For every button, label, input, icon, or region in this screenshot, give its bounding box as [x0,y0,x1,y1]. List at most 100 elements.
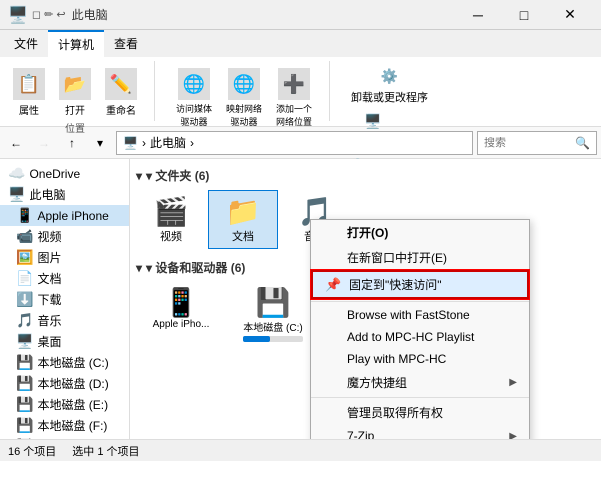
ctx-item-open-new-window[interactable]: 在新窗口中打开(E) [311,245,529,270]
folder-document[interactable]: 📁 文档 [208,190,278,249]
address-bar[interactable]: 🖥️ › 此电脑 › [116,131,473,155]
sidebar-item-disk-d[interactable]: 💾 本地磁盘 (D:) [0,373,129,394]
device-disk-c[interactable]: 💾 本地磁盘 (C:) [228,282,318,359]
main-area: ☁️ OneDrive 🖥️ 此电脑 📱 Apple iPhone 📹 视频 🖼… [0,159,601,439]
disk-c-progress-fill [243,336,270,342]
devices-collapse-icon: ▾ [136,261,142,275]
iphone-icon: 📱 [16,207,33,224]
breadcrumb-current: 此电脑 [150,134,186,151]
back-button[interactable]: ← [4,131,28,155]
sidebar-item-onedrive[interactable]: ☁️ OneDrive [0,163,129,184]
sidebar-item-disk-f[interactable]: 💾 本地磁盘 (F:) [0,415,129,436]
disk-c-icon: 💾 [16,354,33,371]
map-icon: 🌐 [228,68,260,100]
ctx-sep-2 [311,397,529,398]
nav-bar: ← → ↑ ▾ 🖥️ › 此电脑 › 🔍 [0,127,601,159]
breadcrumb-home-icon: 🖥️ [123,136,138,150]
sidebar-item-disk-c[interactable]: 💾 本地磁盘 (C:) [0,352,129,373]
download-icon: ⬇️ [16,291,33,308]
sidebar-item-iphone[interactable]: 📱 Apple iPhone [0,205,129,226]
ribbon-btn-rename[interactable]: ✏️ 重命名 [100,65,142,120]
ctx-item-open[interactable]: 打开(O) [311,220,529,245]
close-button[interactable]: ✕ [547,0,593,30]
ribbon-btn-add-location[interactable]: ➕ 添加一个网络位置 [271,65,317,131]
sidebar: ☁️ OneDrive 🖥️ 此电脑 📱 Apple iPhone 📹 视频 🖼… [0,159,130,439]
video-icon: 📹 [16,228,33,245]
recent-button[interactable]: ▾ [88,131,112,155]
forward-button[interactable]: → [32,131,56,155]
properties-icon: 📋 [13,68,45,100]
folders-section-header[interactable]: ▾ ▾ 文件夹 (6) [134,163,597,188]
add-location-icon: ➕ [278,68,310,100]
sidebar-item-desktop[interactable]: 🖥️ 桌面 [0,331,129,352]
ctx-item-ownership[interactable]: 管理员取得所有权 [311,400,529,425]
ctx-item-pin-quick-access[interactable]: 📌 固定到"快速访问" [311,270,529,299]
statusbar: 16 个项目 选中 1 个项目 [0,439,601,461]
sidebar-item-picture[interactable]: 🖼️ 图片 [0,247,129,268]
music-icon: 🎵 [16,312,33,329]
sidebar-item-document[interactable]: 📄 文档 [0,268,129,289]
disk-c-progress-bar [243,336,303,342]
ribbon-btn-properties[interactable]: 📋 属性 [8,65,50,120]
context-menu: 打开(O) 在新窗口中打开(E) 📌 固定到"快速访问" Browse with… [310,219,530,439]
statusbar-count: 16 个项目 [8,443,56,459]
ctx-item-browse-faststone[interactable]: Browse with FastStone [311,304,529,326]
thispc-icon: 🖥️ [8,186,25,203]
ribbon-tabs: 文件 计算机 查看 [0,30,601,57]
sidebar-item-download[interactable]: ⬇️ 下载 [0,289,129,310]
sidebar-item-disk-e[interactable]: 💾 本地磁盘 (E:) [0,394,129,415]
folders-collapse-icon: ▾ [136,169,142,183]
ribbon-group-location: 📋 属性 📂 打开 ✏️ 重命名 位置 [8,61,155,121]
titlebar: 🖥️ ◻ ✏ ↩ 此电脑 ─ □ ✕ [0,0,601,30]
folder-document-icon: 📁 [226,195,261,228]
ribbon-group-system: ⚙️ 卸载或更改程序 🖥️ 系统属性 🔧 管理 [346,61,445,121]
ribbon-btn-open[interactable]: 📂 打开 [54,65,96,120]
document-icon: 📄 [16,270,33,287]
titlebar-title: 此电脑 [72,6,455,23]
search-bar[interactable]: 🔍 [477,131,597,155]
desktop-icon: 🖥️ [16,333,33,350]
disk-e-icon: 💾 [16,396,33,413]
ctx-item-magic-folder[interactable]: 魔方快捷组 ▶ [311,370,529,395]
folder-video[interactable]: 🎬 视频 [136,190,206,249]
device-disk-c-icon: 💾 [256,286,291,319]
sidebar-item-disk-g[interactable]: 💾 本地磁盘 (G:) [0,436,129,439]
ctx-item-7zip[interactable]: 7-Zip ▶ [311,425,529,439]
breadcrumb-separator: › [142,136,146,150]
up-button[interactable]: ↑ [60,131,84,155]
sidebar-item-video[interactable]: 📹 视频 [0,226,129,247]
tab-computer[interactable]: 计算机 [48,30,104,57]
folder-video-icon: 🎬 [154,195,189,228]
minimize-button[interactable]: ─ [455,0,501,30]
disk-g-icon: 💾 [16,438,33,439]
disk-d-icon: 💾 [16,375,33,392]
tab-view[interactable]: 查看 [104,30,148,57]
ctx-item-add-mpc[interactable]: Add to MPC-HC Playlist [311,326,529,348]
picture-icon: 🖼️ [16,249,33,266]
ctx-arrow-magic: ▶ [509,377,517,388]
ctx-item-play-mpc[interactable]: Play with MPC-HC [311,348,529,370]
breadcrumb-arrow: › [190,136,194,150]
rename-icon: ✏️ [105,68,137,100]
sidebar-item-music[interactable]: 🎵 音乐 [0,310,129,331]
statusbar-selected: 选中 1 个项目 [72,443,139,459]
open-icon: 📂 [59,68,91,100]
ribbon-group-network: 🌐 访问媒体驱动器 🌐 映射网络驱动器 ➕ 添加一个网络位置 网络 [171,61,330,121]
device-iphone[interactable]: 📱 Apple iPho... [136,282,226,359]
disk-f-icon: 💾 [16,417,33,434]
maximize-button[interactable]: □ [501,0,547,30]
ribbon-btn-map[interactable]: 🌐 映射网络驱动器 [221,65,267,131]
uninstall-icon: ⚙️ [381,68,398,85]
sys-props-icon: 🖥️ [364,113,381,130]
ctx-sep-1 [311,301,529,302]
search-icon: 🔍 [575,136,590,150]
ribbon-btn-uninstall[interactable]: ⚙️ 卸载或更改程序 [346,65,433,108]
tab-file[interactable]: 文件 [4,30,48,57]
titlebar-icon: 🖥️ [8,5,28,25]
content-area: ▾ ▾ 文件夹 (6) 🎬 视频 📁 文档 🎵 音乐 ▾ ▾ 设备和驱动器 (6… [130,159,601,439]
device-iphone-icon: 📱 [164,286,199,319]
sidebar-item-thispc[interactable]: 🖥️ 此电脑 [0,184,129,205]
ribbon-btn-media[interactable]: 🌐 访问媒体驱动器 [171,65,217,131]
onedrive-icon: ☁️ [8,165,25,182]
search-input[interactable] [484,137,575,149]
